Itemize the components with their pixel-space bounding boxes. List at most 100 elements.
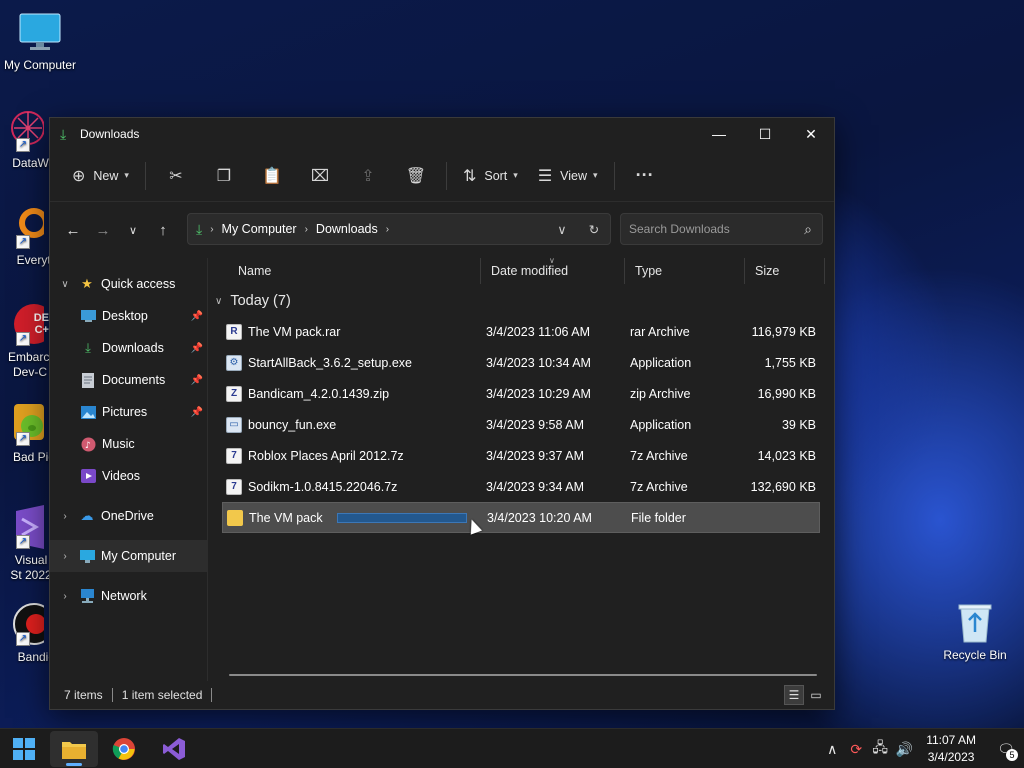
sidebar-item-desktop[interactable]: Desktop 📌 — [50, 300, 207, 332]
address-bar[interactable]: ⤓ › My Computer › Downloads › ∨ ↻ — [187, 213, 611, 245]
sort-button[interactable]: ⇅ Sort ▾ — [453, 159, 528, 193]
sidebar-item-label: Documents — [102, 373, 166, 387]
arrow-right-icon: → — [95, 221, 111, 239]
breadcrumb-chevron-icon[interactable]: › — [386, 224, 389, 235]
sidebar-item-my-computer[interactable]: › My Computer — [50, 540, 207, 572]
show-hidden-icons-button[interactable]: ∧ — [820, 741, 844, 758]
clock-date: 3/4/2023 — [927, 750, 975, 764]
file-row[interactable]: ▭ bouncy_fun.exe 3/4/2023 9:58 AM Applica… — [222, 409, 820, 440]
file-row[interactable]: ⚙ StartAllBack_3.6.2_setup.exe 3/4/2023 1… — [222, 347, 820, 378]
column-header-type[interactable]: Type — [625, 258, 745, 284]
pin-icon: 📌 — [190, 374, 203, 386]
picture-icon — [80, 404, 96, 420]
breadcrumb-my-computer[interactable]: My Computer — [222, 222, 297, 236]
recent-locations-button[interactable]: ∨ — [118, 215, 148, 245]
copy-icon: ❐ — [216, 167, 232, 185]
sidebar-item-network[interactable]: › Network — [50, 580, 207, 612]
sync-icon[interactable]: ⟳ — [844, 741, 868, 758]
share-button[interactable]: ⇪ — [344, 159, 392, 193]
toolbar-divider — [613, 161, 615, 190]
group-header-today[interactable]: ∨ Today (7) — [209, 286, 834, 316]
new-button[interactable]: ⊕ New ▾ — [62, 159, 139, 193]
speaker-icon[interactable]: 🔊 — [892, 741, 916, 758]
desktop-icon-label: My Computer — [3, 58, 77, 72]
archive-7z-icon: 7 — [226, 447, 242, 464]
chevron-down-icon: ∨ — [128, 224, 138, 237]
file-size: 39 KB — [781, 417, 816, 432]
music-icon: ♪ — [80, 436, 96, 452]
chrome-icon — [112, 738, 135, 760]
minimize-button[interactable]: — — [696, 118, 742, 150]
file-row[interactable]: 7 Sodikm-1.0.8415.22046.7z 3/4/2023 9:34 … — [222, 471, 820, 502]
file-row-selected[interactable]: The VM pack 3/4/2023 10:20 AM File folde… — [222, 502, 820, 535]
sidebar-item-downloads[interactable]: ⤓ Downloads 📌 — [50, 332, 207, 364]
desktop-icon-recycle-bin[interactable]: Recycle Bin — [935, 600, 1015, 663]
forward-button[interactable]: → — [88, 215, 118, 245]
taskbar-visual-studio[interactable] — [150, 731, 198, 767]
search-icon[interactable]: ⌕ — [804, 221, 812, 238]
sidebar-item-music[interactable]: ♪ Music — [50, 428, 207, 460]
taskbar: ∧ ⟳ 🖧 🔊 11:07 AM 3/4/2023 🗨 5 — [0, 728, 1024, 768]
group-header-label: Today (7) — [230, 293, 291, 309]
tiles-view-button[interactable]: ▭ — [806, 685, 826, 705]
refresh-button[interactable]: ↻ — [578, 222, 610, 237]
view-button[interactable]: ☰ View ▾ — [528, 159, 608, 193]
plus-circle-icon: ⊕ — [72, 167, 86, 185]
sidebar-item-videos[interactable]: Videos — [50, 460, 207, 492]
sidebar-item-pictures[interactable]: Pictures 📌 — [50, 396, 207, 428]
copy-button[interactable]: ❐ — [200, 159, 248, 193]
close-button[interactable]: ✕ — [788, 118, 834, 150]
scissors-icon: ✂ — [169, 167, 183, 185]
desktop-icon-my-computer[interactable]: My Computer — [0, 10, 80, 73]
file-row[interactable]: R The VM pack.rar 3/4/2023 11:06 AM rar A… — [222, 316, 820, 347]
details-view-icon: ☰ — [788, 688, 800, 702]
sidebar-item-quick-access[interactable]: ∨ ★ Quick access — [50, 268, 207, 300]
file-explorer-window: ⤓ Downloads — ☐ ✕ ⊕ New ▾ ✂ ❐ 📋 ⌧ ⇪ 🗑 ⇅ … — [49, 117, 835, 710]
clock[interactable]: 11:07 AM 3/4/2023 — [926, 732, 976, 766]
chevron-down-icon[interactable]: ∨ — [57, 279, 73, 290]
search-input[interactable] — [629, 222, 789, 236]
up-button[interactable]: ↑ — [148, 215, 178, 245]
column-header-name[interactable]: Name — [209, 258, 481, 284]
horizontal-scrollbar[interactable] — [229, 674, 817, 676]
maximize-button[interactable]: ☐ — [742, 118, 788, 150]
shortcut-arrow-icon: ↗ — [16, 235, 30, 249]
cut-button[interactable]: ✂ — [152, 159, 200, 193]
shortcut-arrow-icon: ↗ — [16, 632, 30, 646]
paste-button[interactable]: 📋 — [248, 159, 296, 193]
sidebar-item-documents[interactable]: Documents 📌 — [50, 364, 207, 396]
network-icon[interactable]: 🖧 — [868, 737, 892, 761]
file-row[interactable]: Z Bandicam_4.2.0.1439.zip 3/4/2023 10:29 … — [222, 378, 820, 409]
breadcrumb-chevron-icon: › — [304, 223, 308, 235]
rename-button[interactable]: ⌧ — [296, 159, 344, 193]
delete-button[interactable]: 🗑 — [392, 159, 440, 193]
start-button[interactable] — [0, 731, 48, 767]
breadcrumb-downloads[interactable]: Downloads — [316, 222, 378, 236]
column-header-label: Type — [635, 264, 663, 278]
file-type: 7z Archive — [630, 448, 688, 463]
downloads-icon: ⤓ — [85, 340, 91, 355]
sidebar-item-onedrive[interactable]: › ☁ OneDrive — [50, 500, 207, 532]
archive-rar-icon: R — [226, 323, 242, 340]
desktop-icon-label: Visual St 2022 — [10, 553, 52, 582]
file-name: The VM pack.rar — [248, 324, 341, 339]
folder-icon — [62, 742, 86, 759]
address-history-dropdown[interactable]: ∨ — [546, 222, 578, 237]
details-view-button[interactable]: ☰ — [784, 685, 804, 705]
taskbar-chrome[interactable] — [100, 731, 148, 767]
column-header-size[interactable]: Size — [745, 258, 825, 284]
file-row[interactable]: 7 Roblox Places April 2012.7z 3/4/2023 9:… — [222, 440, 820, 471]
search-box[interactable]: ⌕ — [620, 213, 823, 245]
chevron-right-icon[interactable]: › — [57, 511, 73, 522]
toolbar-divider — [445, 161, 447, 190]
chevron-right-icon[interactable]: › — [57, 551, 73, 562]
back-button[interactable]: ← — [58, 215, 88, 245]
share-icon: ⇪ — [361, 167, 375, 185]
notification-button[interactable]: 🗨 5 — [990, 733, 1022, 765]
sort-arrows-icon: ⇅ — [462, 167, 477, 185]
list-view-icon: ☰ — [537, 167, 553, 185]
chevron-right-icon[interactable]: › — [57, 591, 73, 602]
title-bar[interactable]: ⤓ Downloads — ☐ ✕ — [50, 118, 834, 150]
more-options-button[interactable]: ··· — [621, 159, 669, 193]
taskbar-file-explorer[interactable] — [50, 731, 98, 767]
